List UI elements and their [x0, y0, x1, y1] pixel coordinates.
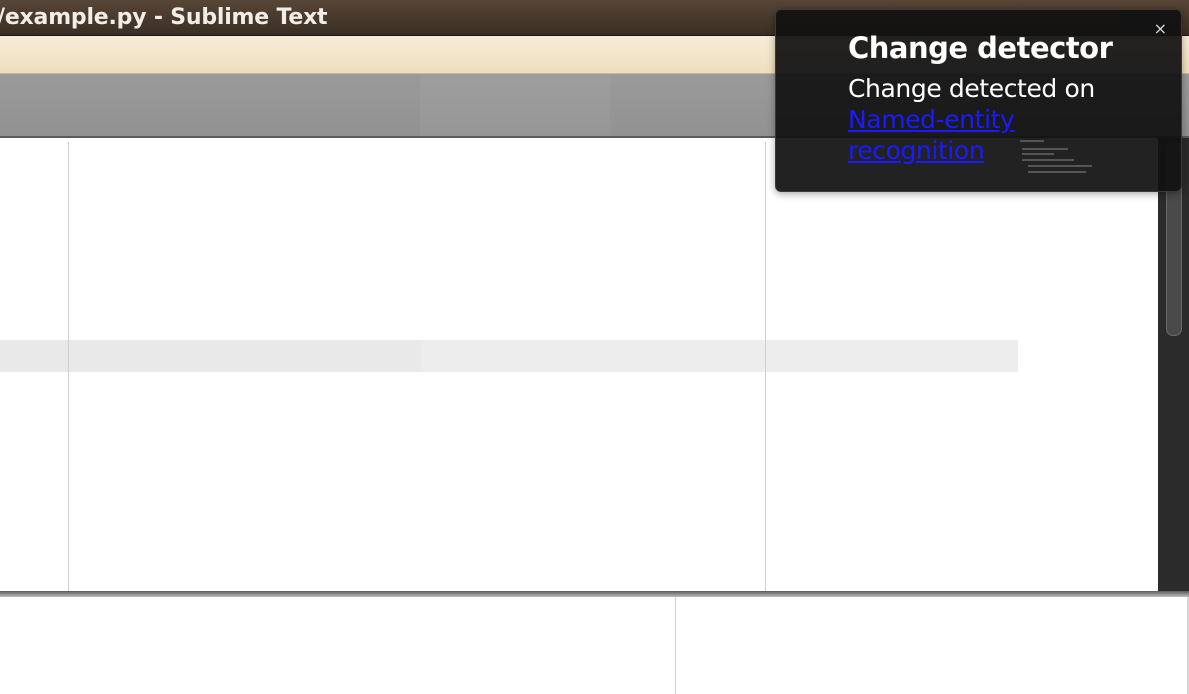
notification-link[interactable]: Named-entity recognition	[848, 104, 1048, 166]
bottom-panel-separator	[675, 597, 676, 694]
notification-body: Change detected on Named-entity recognit…	[848, 73, 1148, 166]
sublime-window: /example.py - Sublime Text Change detect…	[0, 0, 1189, 694]
tab-background[interactable]	[420, 74, 610, 136]
notification-body-text: Change detected on	[848, 74, 1095, 103]
close-icon[interactable]: ×	[1154, 20, 1167, 38]
vertical-scrollbar[interactable]	[1158, 138, 1189, 591]
notification-title: Change detector	[848, 31, 1113, 65]
editor-area[interactable]	[0, 138, 1158, 591]
column-ruler	[765, 142, 766, 591]
notification-popup[interactable]: Change detector Change detected on Named…	[775, 9, 1182, 192]
gutter-ruler	[68, 142, 69, 591]
current-line-shade	[0, 340, 421, 372]
window-title: /example.py - Sublime Text	[0, 5, 328, 30]
current-line-highlight	[0, 340, 1018, 372]
bottom-panel[interactable]	[0, 597, 1189, 694]
